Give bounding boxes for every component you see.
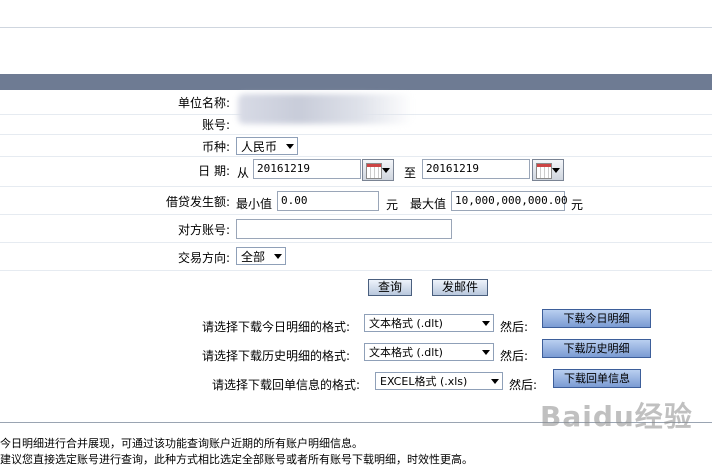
today-format-select[interactable]: 文本格式 (.dlt) (364, 314, 494, 332)
history-format-value: 文本格式 (.dlt) (369, 346, 443, 359)
receipt-format-value: EXCEL格式 (.xls) (380, 375, 468, 388)
amount-label: 借贷发生额: (165, 195, 230, 209)
min-amount-input[interactable]: 0.00 (277, 191, 379, 211)
calendar-icon (366, 163, 382, 179)
direction-select-value: 全部 (241, 250, 266, 264)
top-divider (0, 27, 712, 28)
direction-select[interactable]: 全部 (236, 247, 286, 265)
chevron-down-icon (482, 321, 490, 326)
today-then-label: 然后: (500, 320, 529, 334)
download-history-prompt: 请选择下载历史明细的格式: (202, 349, 351, 363)
date-to-input[interactable]: 20161219 (422, 159, 530, 179)
header-bar (0, 74, 712, 90)
currency-label: 币种: (201, 140, 230, 154)
date-to-label: 至 (404, 166, 417, 180)
download-today-button[interactable]: 下载今日明细 (542, 309, 651, 328)
note-line-1: 今日明细进行合并展现，可通过该功能查询账户近期的所有账户明细信息。 (0, 437, 363, 450)
today-format-value: 文本格式 (.dlt) (369, 317, 443, 330)
history-format-select[interactable]: 文本格式 (.dlt) (364, 343, 494, 361)
download-receipt-button[interactable]: 下载回单信息 (553, 369, 641, 388)
baidu-watermark: Baidu经验 (540, 400, 693, 433)
chevron-down-icon (274, 254, 282, 259)
row-divider (0, 270, 712, 271)
date-from-label: 从 (237, 166, 250, 180)
date-label: 日 期: (198, 164, 230, 178)
row-divider (0, 134, 712, 135)
max-label: 最大值 (410, 197, 447, 211)
receipt-then-label: 然后: (509, 378, 538, 392)
row-divider (0, 214, 712, 215)
receipt-format-select[interactable]: EXCEL格式 (.xls) (375, 372, 503, 390)
row-divider (0, 186, 712, 187)
calendar-icon (536, 163, 552, 179)
row-divider (0, 156, 712, 157)
date-from-input[interactable]: 20161219 (253, 159, 361, 179)
account-label: 账号: (201, 118, 230, 132)
send-mail-button[interactable]: 发邮件 (432, 279, 488, 296)
redacted-unit-account (238, 94, 413, 124)
direction-label: 交易方向: (177, 251, 230, 265)
download-receipt-prompt: 请选择下载回单信息的格式: (212, 378, 361, 392)
note-line-2: 建议您直接选定账号进行查询，此种方式相比选定全部账号或者所有账号下载明细，时效性… (0, 453, 473, 466)
min-label: 最小值 (236, 197, 273, 211)
counter-account-label: 对方账号: (177, 223, 230, 237)
min-yuan-label: 元 (386, 198, 399, 212)
history-then-label: 然后: (500, 349, 529, 363)
counter-account-input[interactable] (236, 219, 452, 239)
currency-select-value: 人民币 (241, 140, 278, 154)
download-today-prompt: 请选择下载今日明细的格式: (202, 320, 351, 334)
query-button[interactable]: 查询 (368, 279, 412, 296)
chevron-down-icon (286, 144, 294, 149)
date-from-calendar-button[interactable] (362, 159, 394, 181)
max-yuan-label: 元 (571, 198, 584, 212)
download-history-button[interactable]: 下载历史明细 (542, 339, 651, 358)
row-divider (0, 242, 712, 243)
chevron-down-icon (382, 168, 390, 173)
chevron-down-icon (482, 350, 490, 355)
chevron-down-icon (491, 379, 499, 384)
chevron-down-icon (552, 168, 560, 173)
date-to-calendar-button[interactable] (532, 159, 564, 181)
unit-name-label: 单位名称: (177, 96, 230, 110)
max-amount-input[interactable]: 10,000,000,000.00 (451, 191, 568, 211)
currency-select[interactable]: 人民币 (236, 137, 298, 155)
